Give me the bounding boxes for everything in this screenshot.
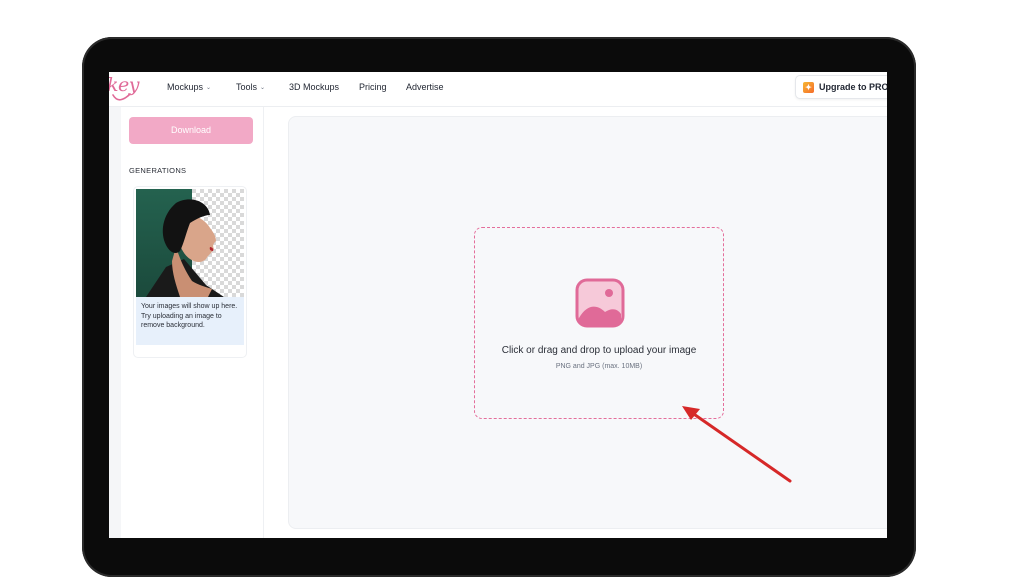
upload-title: Click or drag and drop to upload your im…	[501, 345, 697, 356]
upload-subtitle: PNG and JPG (max. 10MB)	[555, 363, 643, 370]
image-upload-icon	[575, 278, 625, 328]
top-navigation: key Mockups ⌄ Tools ⌄ 3D Mockups Pricing…	[109, 72, 887, 107]
nav-tools-label: Tools	[236, 82, 258, 92]
app-screen: key Mockups ⌄ Tools ⌄ 3D Mockups Pricing…	[109, 72, 887, 538]
nav-3d-mockups-label: 3D Mockups	[289, 82, 340, 92]
nav-pricing[interactable]: Pricing	[359, 82, 387, 92]
nav-advertise[interactable]: Advertise	[406, 82, 444, 92]
chevron-down-icon: ⌄	[206, 85, 212, 91]
upload-panel: Click or drag and drop to upload your im…	[288, 116, 887, 529]
sparkle-icon: ✦	[803, 81, 814, 93]
nav-advertise-label: Advertise	[406, 82, 444, 92]
upgrade-label: Upgrade to PRO	[819, 82, 887, 92]
sample-portrait-image	[136, 189, 244, 297]
generation-caption: Your images will show up here. Try uploa…	[136, 297, 244, 345]
logo-swash-icon	[112, 93, 131, 101]
sidebar: Download GENERATIONS Your images will sh…	[121, 107, 264, 538]
portrait-thumbnail	[136, 189, 244, 297]
download-button[interactable]: Download	[129, 117, 253, 144]
generation-card[interactable]: Your images will show up here. Try uploa…	[134, 187, 246, 357]
upgrade-to-pro-button[interactable]: ✦ Upgrade to PRO	[795, 75, 887, 99]
generations-heading: GENERATIONS	[129, 166, 187, 175]
upload-dropzone[interactable]: Click or drag and drop to upload your im…	[474, 227, 724, 419]
nav-tools[interactable]: Tools ⌄	[236, 82, 265, 92]
left-strip	[109, 107, 121, 538]
chevron-down-icon: ⌄	[260, 85, 266, 91]
nav-3d-mockups[interactable]: 3D Mockups	[289, 82, 339, 92]
nav-mockups[interactable]: Mockups ⌄	[167, 82, 211, 92]
nav-mockups-label: Mockups	[167, 82, 204, 92]
nav-pricing-label: Pricing	[359, 82, 387, 92]
